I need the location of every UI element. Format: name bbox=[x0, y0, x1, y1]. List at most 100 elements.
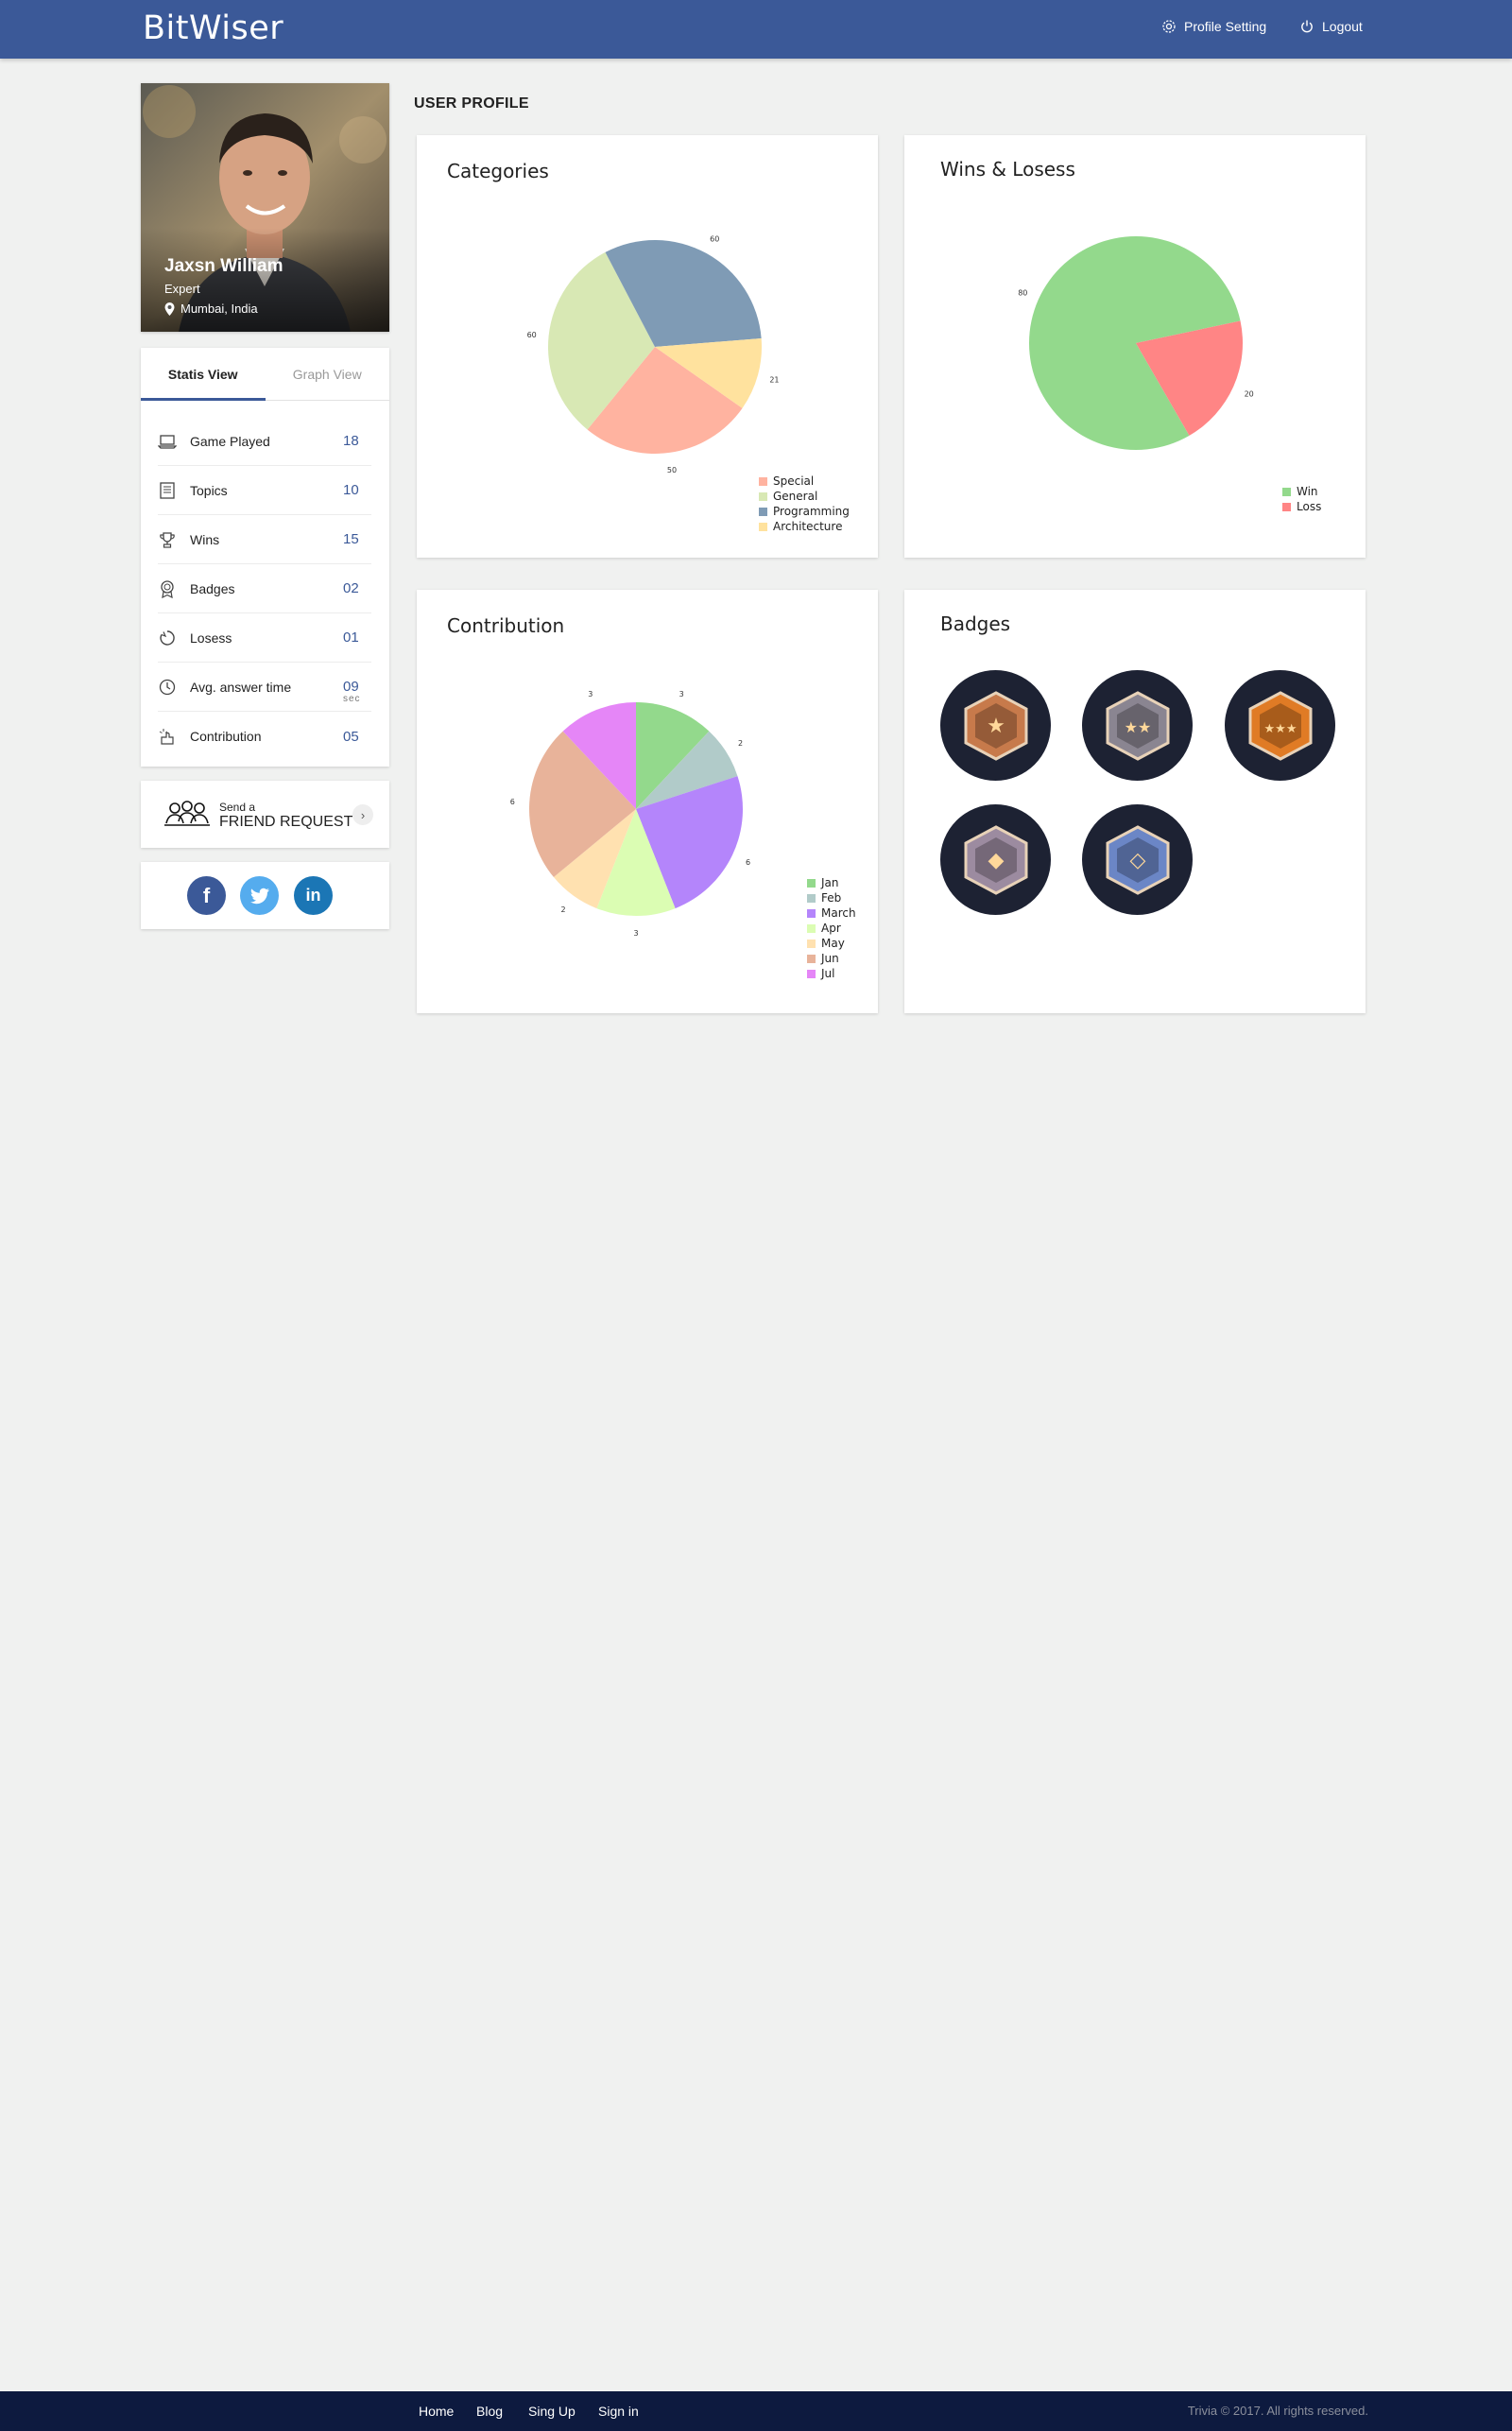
stat-row-avg-answer-time: Avg. answer time 09 sec bbox=[158, 663, 371, 712]
pie-data-label: 60 bbox=[527, 331, 537, 339]
trophy-icon bbox=[158, 530, 177, 549]
top-navbar: BitWiser Profile Setting Logout bbox=[0, 0, 1512, 59]
stat-row-game-played: Game Played 18 bbox=[158, 417, 371, 466]
document-icon bbox=[158, 481, 177, 500]
twitter-icon[interactable] bbox=[240, 876, 279, 915]
legend-label: General bbox=[773, 490, 818, 503]
legend-item-programming: Programming bbox=[759, 504, 850, 519]
stat-label: Badges bbox=[190, 580, 235, 596]
stat-value: 01 bbox=[343, 629, 359, 646]
legend-item-win: Win bbox=[1282, 484, 1321, 499]
legend-item-march: March bbox=[807, 905, 856, 921]
stat-label: Wins bbox=[190, 531, 220, 547]
gear-icon bbox=[1162, 20, 1176, 33]
winged-bolt-badge[interactable]: ◆ bbox=[940, 804, 1051, 915]
footer-link-signup[interactable]: Sing Up bbox=[528, 2404, 576, 2419]
medal-icon bbox=[158, 579, 177, 598]
silver-two-star-badge[interactable]: ★★ bbox=[1082, 670, 1193, 781]
profile-name: Jaxsn William bbox=[164, 256, 284, 276]
profile-setting-label: Profile Setting bbox=[1184, 19, 1267, 34]
profile-location: Mumbai, India bbox=[164, 302, 258, 316]
footer-link-home[interactable]: Home bbox=[419, 2404, 454, 2419]
pie-data-label: 3 bbox=[633, 929, 638, 938]
badge-emblem-icon: ◇ bbox=[1106, 824, 1169, 895]
stat-value: 15 bbox=[343, 531, 359, 547]
gold-three-star-badge[interactable]: ★★★ bbox=[1225, 670, 1335, 781]
pie-data-label: 50 bbox=[667, 466, 677, 474]
badge-emblem-icon: ★ bbox=[964, 690, 1027, 761]
legend-label: Apr bbox=[821, 922, 841, 935]
profile-card: Jaxsn William Expert Mumbai, India bbox=[141, 83, 389, 332]
profile-setting-link[interactable]: Profile Setting bbox=[1161, 19, 1266, 34]
stat-row-topics: Topics 10 bbox=[158, 466, 371, 515]
pie-data-label: 21 bbox=[769, 375, 779, 384]
contribution-panel: Contribution 3263263 Jan Feb March Apr May Ju… bbox=[417, 590, 878, 1013]
footer: Home Blog Sing Up Sign in Trivia © 2017.… bbox=[0, 2391, 1512, 2431]
pie-data-label: 3 bbox=[679, 690, 684, 698]
svg-text:◆: ◆ bbox=[988, 849, 1004, 872]
contribution-legend: Jan Feb March Apr May Jun Jul bbox=[807, 875, 856, 981]
legend-label: Win bbox=[1297, 485, 1318, 498]
logout-link[interactable]: Logout bbox=[1299, 19, 1363, 34]
brand-logo[interactable]: BitWiser bbox=[143, 9, 284, 47]
bronze-star-badge[interactable]: ★ bbox=[940, 670, 1051, 781]
stat-label: Contribution bbox=[190, 729, 262, 744]
footer-link-signin[interactable]: Sign in bbox=[598, 2404, 639, 2419]
legend-label: Loss bbox=[1297, 500, 1322, 513]
location-pin-icon bbox=[164, 302, 175, 316]
footer-copyright: Trivia © 2017. All rights reserved. bbox=[1187, 2404, 1368, 2418]
pie-data-label: 20 bbox=[1245, 389, 1254, 398]
group-users-icon bbox=[164, 801, 210, 826]
legend-swatch bbox=[1282, 487, 1291, 496]
legend-swatch bbox=[807, 878, 816, 888]
tab-graph-view[interactable]: Graph View bbox=[266, 348, 390, 400]
stat-label: Game Played bbox=[190, 433, 270, 449]
stat-value: 05 bbox=[343, 728, 359, 745]
legend-swatch bbox=[807, 908, 816, 918]
friend-request-button[interactable]: Send a FRIEND REQUEST › bbox=[141, 781, 389, 848]
profile-rank: Expert bbox=[164, 282, 200, 296]
page-title: USER PROFILE bbox=[414, 95, 529, 112]
pie-data-label: 2 bbox=[738, 739, 743, 748]
badge-emblem-icon: ★★ bbox=[1106, 690, 1169, 761]
diamond-badge[interactable]: ◇ bbox=[1082, 804, 1193, 915]
stat-value: 02 bbox=[343, 580, 359, 596]
profile-location-text: Mumbai, India bbox=[180, 302, 258, 316]
legend-label: Special bbox=[773, 474, 815, 488]
stat-row-badges: Badges 02 bbox=[158, 564, 371, 613]
pie-data-label: 2 bbox=[560, 905, 565, 914]
legend-item-jun: Jun bbox=[807, 951, 856, 966]
footer-link-blog[interactable]: Blog bbox=[476, 2404, 503, 2419]
badge-emblem-icon: ★★★ bbox=[1248, 690, 1312, 761]
friend-request-prefix: Send a bbox=[219, 801, 256, 814]
stat-value: 18 bbox=[343, 433, 359, 449]
legend-item-may: May bbox=[807, 936, 856, 951]
laptop-icon bbox=[158, 432, 177, 451]
pie-data-label: 80 bbox=[1018, 289, 1027, 298]
svg-text:◇: ◇ bbox=[1129, 849, 1145, 872]
stat-row-losess: Losess 01 bbox=[158, 613, 371, 663]
legend-swatch bbox=[1282, 502, 1291, 511]
linkedin-icon[interactable]: in bbox=[294, 876, 333, 915]
pie-data-label: 6 bbox=[746, 858, 750, 867]
tab-statis-view[interactable]: Statis View bbox=[141, 348, 266, 401]
legend-label: Jun bbox=[821, 952, 839, 965]
stat-value: 09 sec bbox=[343, 679, 371, 704]
legend-swatch bbox=[807, 969, 816, 978]
svg-text:★★★: ★★★ bbox=[1263, 722, 1297, 736]
hand-sparkle-icon bbox=[158, 727, 177, 746]
stats-tabs: Statis View Graph View bbox=[141, 348, 389, 401]
categories-panel: Categories 50 60 60 21 Special General Progra… bbox=[417, 135, 878, 558]
badges-panel: Badges ★ ★★ ★★★ ◆ ◇ bbox=[904, 590, 1366, 1013]
legend-swatch bbox=[759, 507, 767, 516]
pie-data-label: 60 bbox=[710, 234, 719, 243]
facebook-icon[interactable]: f bbox=[187, 876, 226, 915]
stat-label: Topics bbox=[190, 482, 228, 498]
legend-item-jul: Jul bbox=[807, 966, 856, 981]
stat-value-unit: sec bbox=[343, 694, 361, 704]
legend-swatch bbox=[807, 939, 816, 948]
panel-title: Badges bbox=[940, 612, 1011, 635]
legend-swatch bbox=[807, 954, 816, 963]
legend-swatch bbox=[807, 923, 816, 933]
stat-value: 10 bbox=[343, 482, 359, 498]
